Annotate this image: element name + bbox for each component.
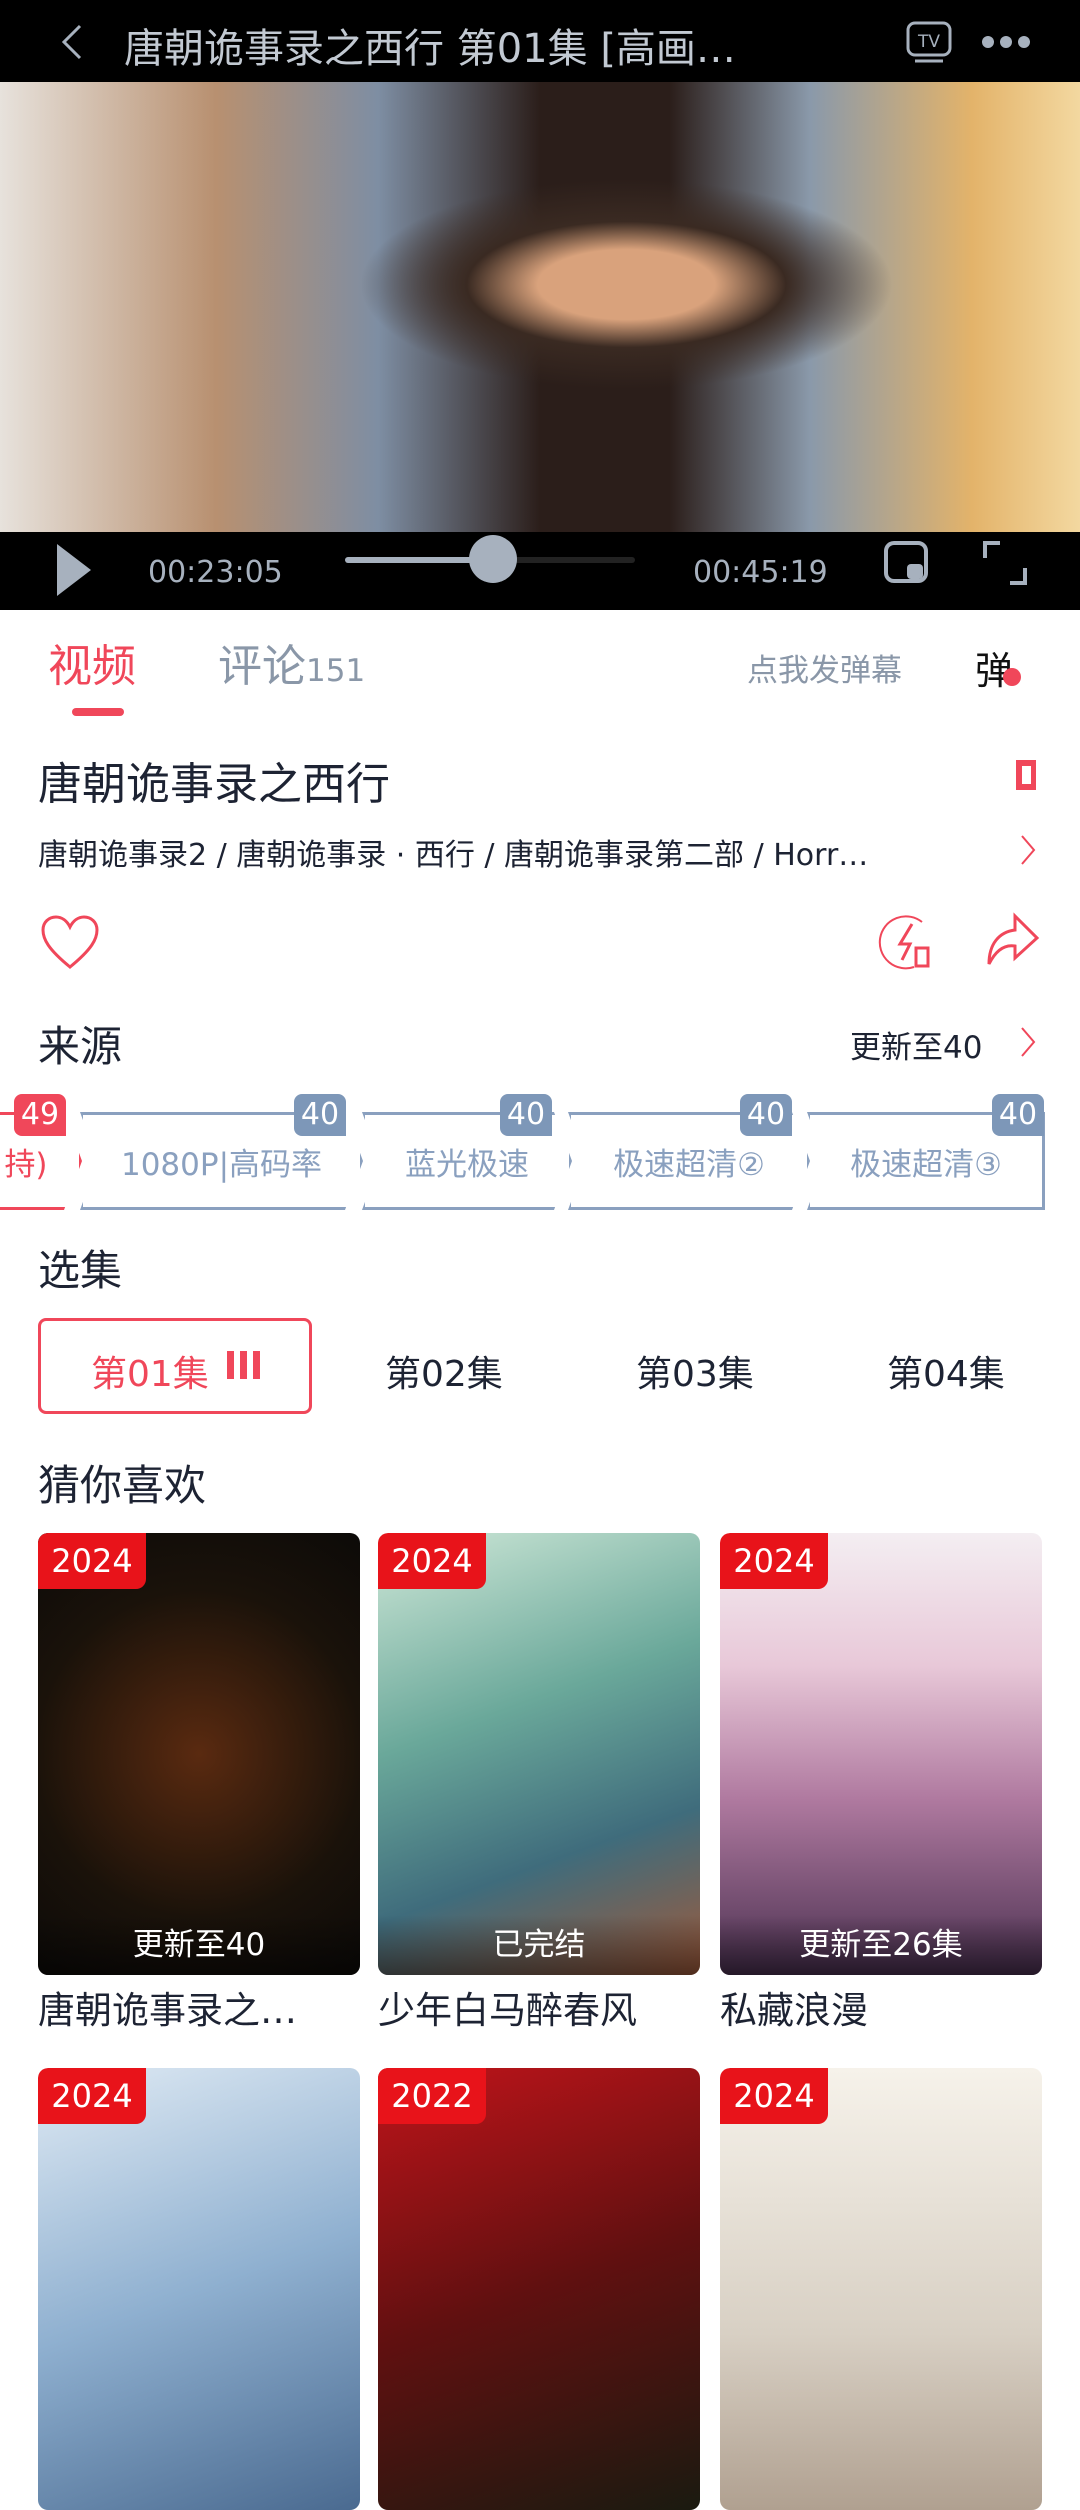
video-title: 唐朝诡事录之西行 第01集 [高画… [124,26,736,72]
seek-thumb[interactable] [468,535,517,583]
recommend-card[interactable]: 2024 更新至40 [38,1533,360,1975]
year-tag: 2024 [38,2068,146,2124]
send-danmaku-button[interactable]: 点我发弹幕 [747,645,902,690]
svg-text:TV: TV [917,32,940,52]
fullscreen-icon[interactable] [982,540,1028,586]
danmaku-toggle[interactable]: 弹 [975,640,1021,695]
check-badge-icon [1003,668,1021,686]
picture-in-picture-icon[interactable] [883,540,929,586]
brand-logo-icon [1016,760,1036,790]
tab-comments-label: 评论 [218,641,306,692]
source-count-badge: 49 [14,1094,66,1136]
show-aliases[interactable]: 唐朝诡事录2 / 唐朝诡事录 · 西行 / 唐朝诡事录第二部 / Horr… [38,830,998,874]
top-bar: 唐朝诡事录之西行 第01集 [高画… TV [0,0,1080,82]
episode-item[interactable]: 第02集 [385,1345,503,1397]
comment-count: 151 [306,653,366,689]
source-heading: 来源 [38,1022,123,1071]
playing-bars-icon [227,1351,261,1379]
update-status: 更新至26集 [720,1915,1042,1975]
recommend-card[interactable]: 2024 [38,2068,360,2510]
heart-icon[interactable] [40,915,100,971]
source-count-badge: 40 [500,1094,552,1136]
source-chip-label: 极速超清③ [850,1146,1002,1183]
year-tag: 2022 [378,2068,486,2124]
episode-item[interactable]: 第04集 [887,1345,1005,1397]
year-tag: 2024 [720,2068,828,2124]
total-time: 00:45:19 [693,555,828,590]
recommend-title[interactable]: 少年白马醉春风 [378,1980,700,2034]
tab-indicator [72,708,124,716]
more-dots-icon[interactable] [980,32,1032,52]
recommend-title[interactable]: 唐朝诡事录之… [38,1980,360,2034]
episodes-heading: 选集 [38,1246,123,1295]
current-time: 00:23:05 [148,555,283,590]
source-update-link[interactable]: 更新至40 [850,1022,982,1067]
year-tag: 2024 [720,1533,828,1589]
video-frame[interactable] [0,82,1080,532]
chevron-left-icon[interactable] [58,22,88,62]
chevron-right-icon[interactable] [1018,832,1038,868]
episode-item[interactable]: 第03集 [636,1345,754,1397]
source-chip-label: 蓝光极速 [405,1146,529,1183]
episode-label: 第01集 [91,1354,209,1395]
recommend-card[interactable]: 2024 已完结 [378,1533,700,1975]
tv-cast-icon[interactable]: TV [905,20,953,64]
year-tag: 2024 [378,1533,486,1589]
tab-comments[interactable]: 评论151 [218,630,365,694]
seek-bar[interactable] [345,535,635,583]
play-icon[interactable] [55,542,95,598]
recommend-card[interactable]: 2024 [720,2068,1042,2510]
source-count-badge: 40 [294,1094,346,1136]
tab-video[interactable]: 视频 [48,630,136,694]
update-status: 已完结 [378,1915,700,1975]
recommend-title[interactable]: 私藏浪漫 [720,1980,1042,2034]
recommend-card[interactable]: 2024 更新至26集 [720,1533,1042,1975]
chevron-right-icon[interactable] [1018,1024,1038,1060]
share-icon[interactable] [985,912,1041,968]
year-tag: 2024 [38,1533,146,1589]
source-chip-label: 极速超清② [613,1146,765,1183]
source-count-badge: 40 [740,1094,792,1136]
recommend-heading: 猜你喜欢 [38,1461,207,1510]
source-chip-label: 持) [4,1146,48,1183]
episode-item-selected[interactable]: 第01集 [38,1318,312,1414]
update-status: 更新至40 [38,1915,360,1975]
source-chip-label: 1080P|高码率 [120,1146,323,1183]
speed-play-icon[interactable] [878,912,938,972]
source-count-badge: 40 [992,1094,1044,1136]
show-title: 唐朝诡事录之西行 [38,759,390,810]
recommend-card[interactable]: 2022 [378,2068,700,2510]
